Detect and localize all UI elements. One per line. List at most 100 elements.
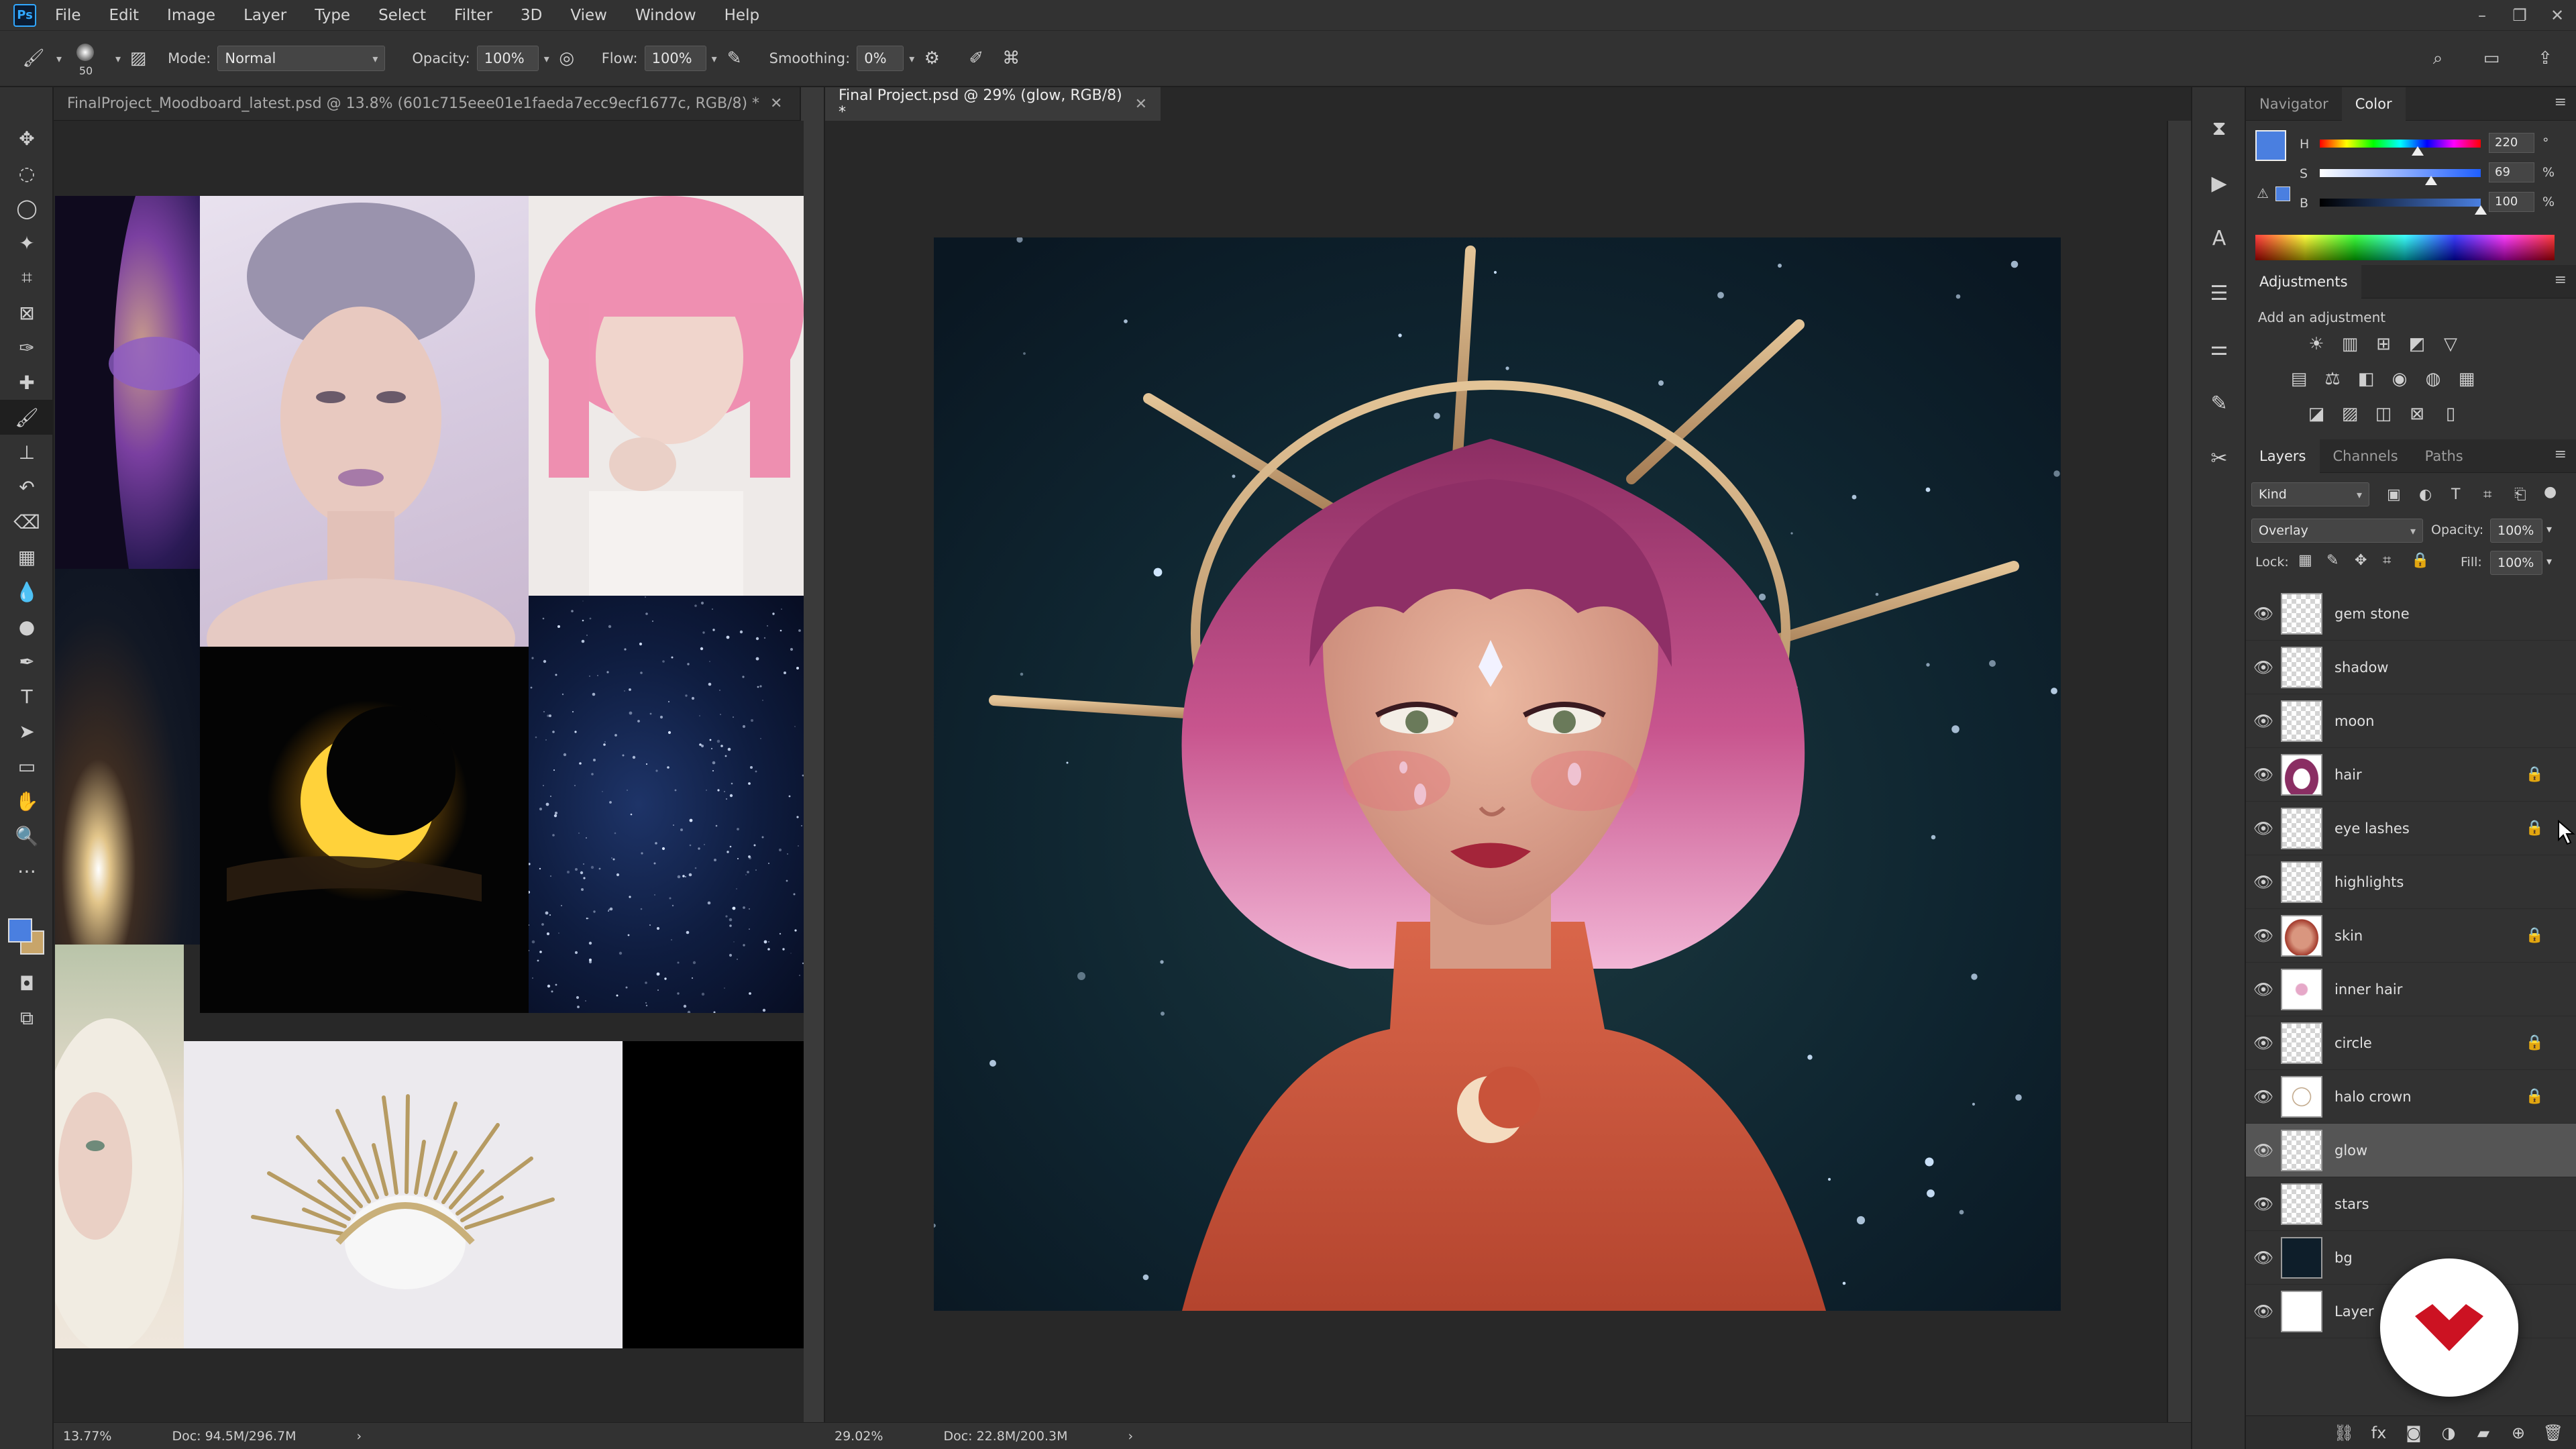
menu-help[interactable]: Help bbox=[724, 7, 759, 24]
brush-settings-icon[interactable]: ▨ bbox=[125, 45, 152, 72]
layer-row-gem-stone[interactable]: 👁 gem stone bbox=[2246, 587, 2576, 641]
smoothing-field[interactable]: 0% bbox=[857, 46, 904, 71]
add-mask-icon[interactable]: ◙ bbox=[2396, 1424, 2431, 1442]
layer-row-circle[interactable]: 👁 circle 🔒 bbox=[2246, 1016, 2576, 1070]
gradient-map-icon[interactable]: ▯ bbox=[2434, 398, 2467, 430]
menu-view[interactable]: View bbox=[570, 7, 607, 24]
layer-row-stars[interactable]: 👁 stars bbox=[2246, 1177, 2576, 1231]
layer-name[interactable]: eye lashes bbox=[2334, 820, 2410, 837]
status-expand-icon[interactable]: › bbox=[1128, 1429, 1133, 1444]
filter-type-icon[interactable]: T bbox=[2451, 486, 2460, 503]
tab-final-project[interactable]: Final Project.psd @ 29% (glow, RGB/8) * … bbox=[825, 87, 1161, 121]
new-group-icon[interactable]: ▰ bbox=[2466, 1424, 2501, 1442]
clone-source-panel-icon[interactable]: ✂ bbox=[2192, 431, 2246, 486]
layer-row-highlights[interactable]: 👁 highlights bbox=[2246, 855, 2576, 909]
canvas-scroll-strip[interactable] bbox=[2167, 121, 2191, 1422]
black-white-icon[interactable]: ◧ bbox=[2349, 363, 2383, 395]
layer-row-inner-hair[interactable]: 👁 inner hair bbox=[2246, 963, 2576, 1016]
new-layer-icon[interactable]: ⊕ bbox=[2501, 1424, 2536, 1442]
history-panel-icon[interactable]: ⧗ bbox=[2192, 101, 2246, 156]
pen-tool-icon[interactable]: ✒ bbox=[0, 644, 54, 679]
final-project-canvas[interactable] bbox=[825, 121, 2167, 1422]
lock-artboard-icon[interactable]: ⌗ bbox=[2383, 552, 2391, 569]
artwork-illustration[interactable] bbox=[934, 237, 2061, 1311]
layer-row-eye-lashes[interactable]: 👁 eye lashes 🔒 bbox=[2246, 802, 2576, 855]
layer-name[interactable]: moon bbox=[2334, 713, 2374, 729]
menu-3d[interactable]: 3D bbox=[521, 7, 542, 24]
layer-opacity-field[interactable]: 100% bbox=[2490, 519, 2542, 543]
saturation-track[interactable] bbox=[2320, 169, 2481, 177]
menu-select[interactable]: Select bbox=[378, 7, 426, 24]
layer-opacity-chevron-icon[interactable]: ▾ bbox=[2546, 523, 2552, 535]
flow-field[interactable]: 100% bbox=[644, 46, 706, 71]
brush-settings-panel-icon[interactable]: ⚌ bbox=[2192, 321, 2246, 376]
eyedropper-tool-icon[interactable]: ✑ bbox=[0, 330, 54, 365]
filter-adjustment-icon[interactable]: ◐ bbox=[2419, 486, 2432, 503]
frame-tool-icon[interactable]: ⊠ bbox=[0, 295, 54, 330]
layer-name[interactable]: stars bbox=[2334, 1196, 2369, 1212]
brush-tool-icon[interactable]: 🖌 bbox=[20, 45, 47, 72]
brushes-panel-icon[interactable]: ✎ bbox=[2192, 376, 2246, 431]
saturation-value-field[interactable]: 69 bbox=[2489, 162, 2534, 182]
layer-row-shadow[interactable]: 👁 shadow bbox=[2246, 641, 2576, 694]
quick-mask-icon[interactable]: ◘ bbox=[0, 966, 54, 1001]
brush-preset-chevron-icon[interactable]: ▾ bbox=[115, 52, 121, 65]
layer-name[interactable]: glow bbox=[2334, 1142, 2367, 1159]
hue-thumb[interactable] bbox=[2412, 146, 2424, 156]
visibility-eye-icon[interactable]: 👁 bbox=[2246, 604, 2281, 623]
lock-icon[interactable]: 🔒 bbox=[2526, 1088, 2544, 1105]
tool-preset-chevron-icon[interactable]: ▾ bbox=[56, 52, 62, 65]
brightness-thumb[interactable] bbox=[2475, 205, 2487, 215]
visibility-eye-icon[interactable]: 👁 bbox=[2246, 1087, 2281, 1106]
visibility-eye-icon[interactable]: 👁 bbox=[2246, 712, 2281, 731]
layer-name[interactable]: inner hair bbox=[2334, 981, 2402, 998]
layer-name[interactable]: halo crown bbox=[2334, 1089, 2412, 1105]
screen-mode-icon[interactable]: ⧉ bbox=[0, 1001, 54, 1036]
move-tool-icon[interactable]: ✥ bbox=[0, 121, 54, 156]
layer-name[interactable]: highlights bbox=[2334, 874, 2404, 890]
layer-row-hair[interactable]: 👁 hair 🔒 bbox=[2246, 748, 2576, 802]
lock-icon[interactable]: 🔒 bbox=[2526, 1034, 2544, 1051]
invert-icon[interactable]: ◪ bbox=[2300, 398, 2333, 430]
color-balance-icon[interactable]: ⚖ bbox=[2316, 363, 2349, 395]
layer-name[interactable]: skin bbox=[2334, 928, 2363, 944]
tab-layers[interactable]: Layers bbox=[2246, 439, 2320, 473]
close-window-button[interactable]: ✕ bbox=[2538, 6, 2576, 25]
marquee-tool-icon[interactable]: ◌ bbox=[0, 156, 54, 191]
healing-brush-tool-icon[interactable]: ✚ bbox=[0, 365, 54, 400]
levels-icon[interactable]: ▥ bbox=[2333, 328, 2367, 360]
curves-icon[interactable]: ⊞ bbox=[2367, 328, 2400, 360]
close-tab-icon[interactable]: ✕ bbox=[1135, 96, 1147, 113]
layer-name[interactable]: circle bbox=[2334, 1035, 2372, 1051]
new-adjustment-layer-icon[interactable]: ◑ bbox=[2431, 1424, 2466, 1442]
layer-row-skin[interactable]: 👁 skin 🔒 bbox=[2246, 909, 2576, 963]
threshold-icon[interactable]: ◫ bbox=[2367, 398, 2400, 430]
tab-paths[interactable]: Paths bbox=[2412, 439, 2477, 473]
hue-value-field[interactable]: 220 bbox=[2489, 133, 2534, 153]
rectangle-tool-icon[interactable]: ▭ bbox=[0, 749, 54, 784]
foreground-color-swatch[interactable] bbox=[8, 918, 32, 943]
delete-layer-icon[interactable]: 🗑 bbox=[2536, 1424, 2571, 1442]
panel-menu-icon[interactable]: ≡ bbox=[2555, 94, 2567, 111]
close-tab-icon[interactable]: ✕ bbox=[770, 95, 782, 112]
search-icon[interactable]: ⌕ bbox=[2424, 45, 2451, 72]
brush-preset-picker[interactable]: 50 bbox=[67, 40, 105, 77]
photo-filter-icon[interactable]: ◉ bbox=[2383, 363, 2416, 395]
magic-wand-tool-icon[interactable]: ✦ bbox=[0, 225, 54, 260]
clone-stamp-tool-icon[interactable]: ⊥ bbox=[0, 435, 54, 470]
tab-color[interactable]: Color bbox=[2341, 87, 2406, 121]
history-brush-tool-icon[interactable]: ↶ bbox=[0, 470, 54, 504]
opacity-chevron-icon[interactable]: ▾ bbox=[544, 52, 549, 65]
zoom-level-moodboard[interactable]: 13.77% bbox=[63, 1429, 111, 1444]
dodge-tool-icon[interactable]: ● bbox=[0, 609, 54, 644]
visibility-eye-icon[interactable]: 👁 bbox=[2246, 765, 2281, 784]
tab-channels[interactable]: Channels bbox=[2320, 439, 2412, 473]
zoom-level-final[interactable]: 29.02% bbox=[835, 1429, 883, 1444]
tab-navigator[interactable]: Navigator bbox=[2246, 87, 2342, 121]
layer-name[interactable]: gem stone bbox=[2334, 606, 2410, 622]
pressure-opacity-icon[interactable]: ◎ bbox=[553, 45, 580, 72]
layer-name[interactable]: Layer bbox=[2334, 1303, 2374, 1320]
tab-adjustments[interactable]: Adjustments bbox=[2246, 264, 2361, 299]
selective-color-icon[interactable]: ⊠ bbox=[2400, 398, 2434, 430]
more-tools-icon[interactable]: ⋯ bbox=[0, 853, 54, 888]
